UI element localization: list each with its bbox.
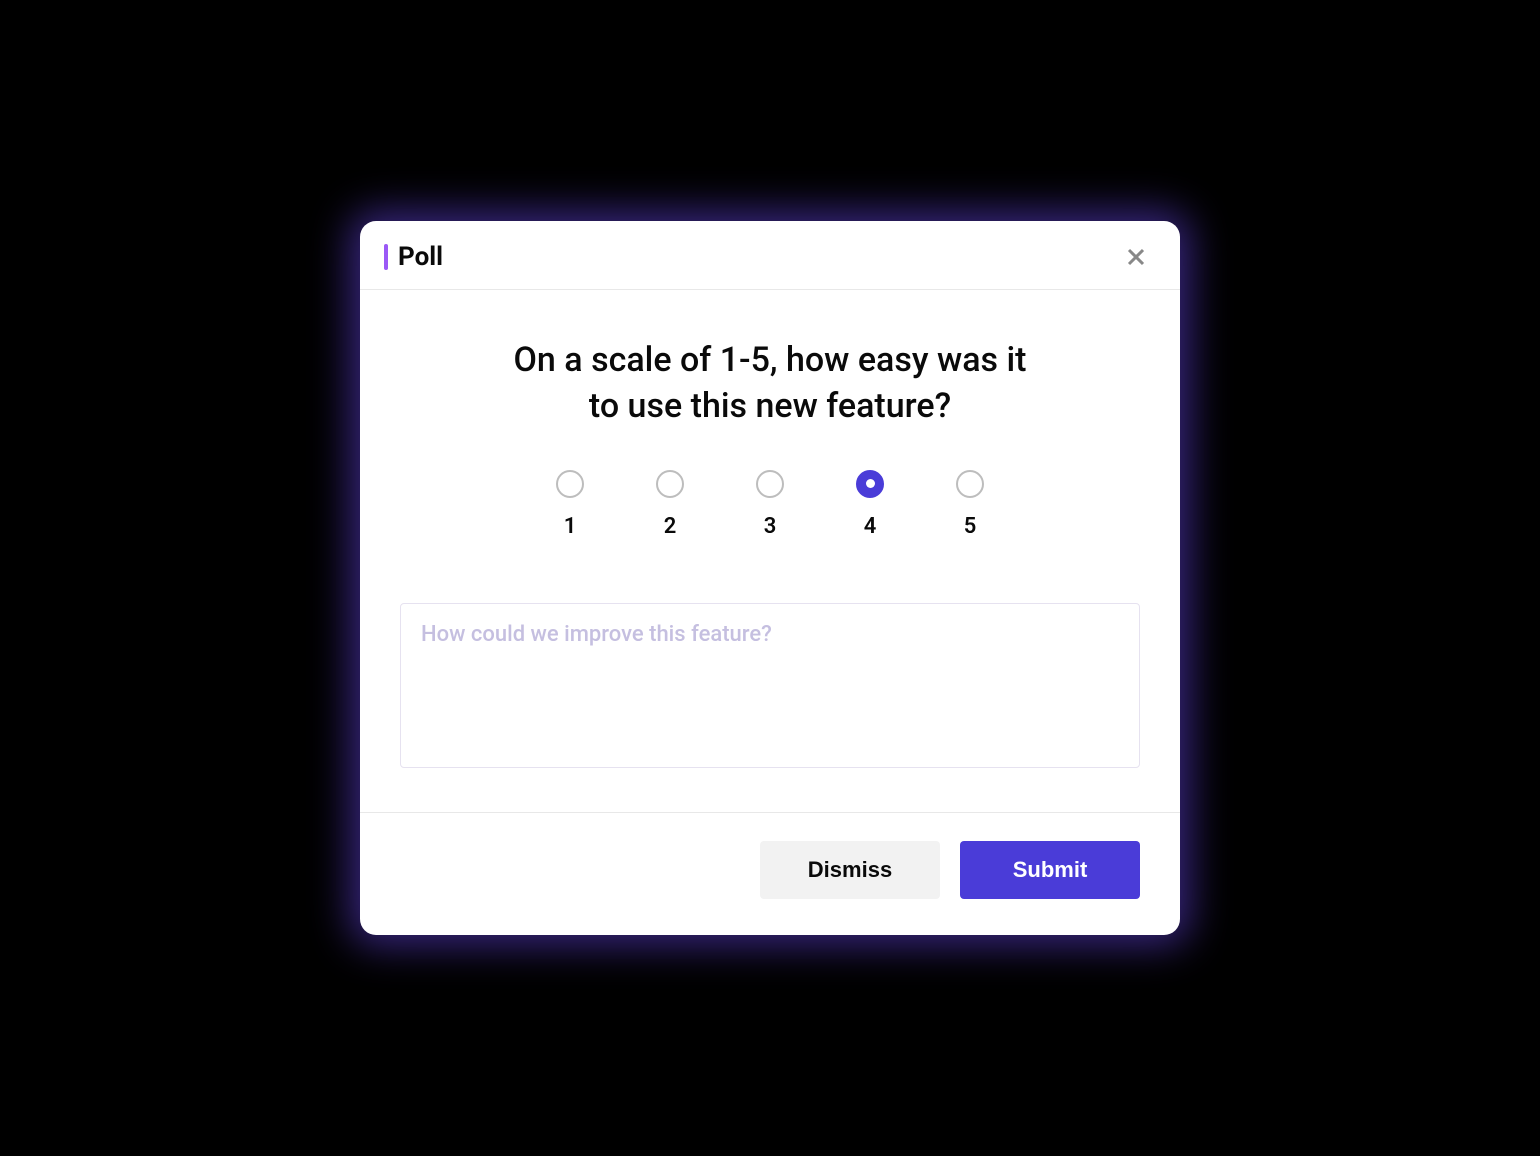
radio-icon bbox=[756, 470, 784, 498]
feedback-input[interactable] bbox=[400, 603, 1140, 768]
close-button[interactable] bbox=[1120, 241, 1152, 273]
rating-label: 5 bbox=[964, 514, 977, 539]
modal-body: On a scale of 1-5, how easy was it to us… bbox=[360, 290, 1180, 812]
rating-label: 1 bbox=[564, 514, 577, 539]
rating-row: 1 2 3 4 5 bbox=[400, 470, 1140, 539]
header-title-wrap: Poll bbox=[384, 242, 443, 272]
rating-option-3[interactable]: 3 bbox=[756, 470, 784, 539]
poll-question: On a scale of 1-5, how easy was it to us… bbox=[510, 338, 1030, 430]
accent-bar bbox=[384, 244, 388, 270]
modal-header: Poll bbox=[360, 221, 1180, 290]
close-icon bbox=[1124, 245, 1148, 269]
rating-option-2[interactable]: 2 bbox=[656, 470, 684, 539]
modal-footer: Dismiss Submit bbox=[360, 812, 1180, 935]
rating-option-1[interactable]: 1 bbox=[556, 470, 584, 539]
rating-label: 4 bbox=[864, 514, 877, 539]
rating-label: 3 bbox=[764, 514, 777, 539]
rating-option-5[interactable]: 5 bbox=[956, 470, 984, 539]
radio-icon bbox=[656, 470, 684, 498]
poll-modal: Poll On a scale of 1-5, how easy was it … bbox=[360, 221, 1180, 935]
modal-title: Poll bbox=[398, 242, 443, 272]
dismiss-button[interactable]: Dismiss bbox=[760, 841, 940, 899]
rating-option-4[interactable]: 4 bbox=[856, 470, 884, 539]
submit-button[interactable]: Submit bbox=[960, 841, 1140, 899]
rating-label: 2 bbox=[664, 514, 677, 539]
radio-icon-selected bbox=[856, 470, 884, 498]
radio-icon bbox=[956, 470, 984, 498]
radio-icon bbox=[556, 470, 584, 498]
